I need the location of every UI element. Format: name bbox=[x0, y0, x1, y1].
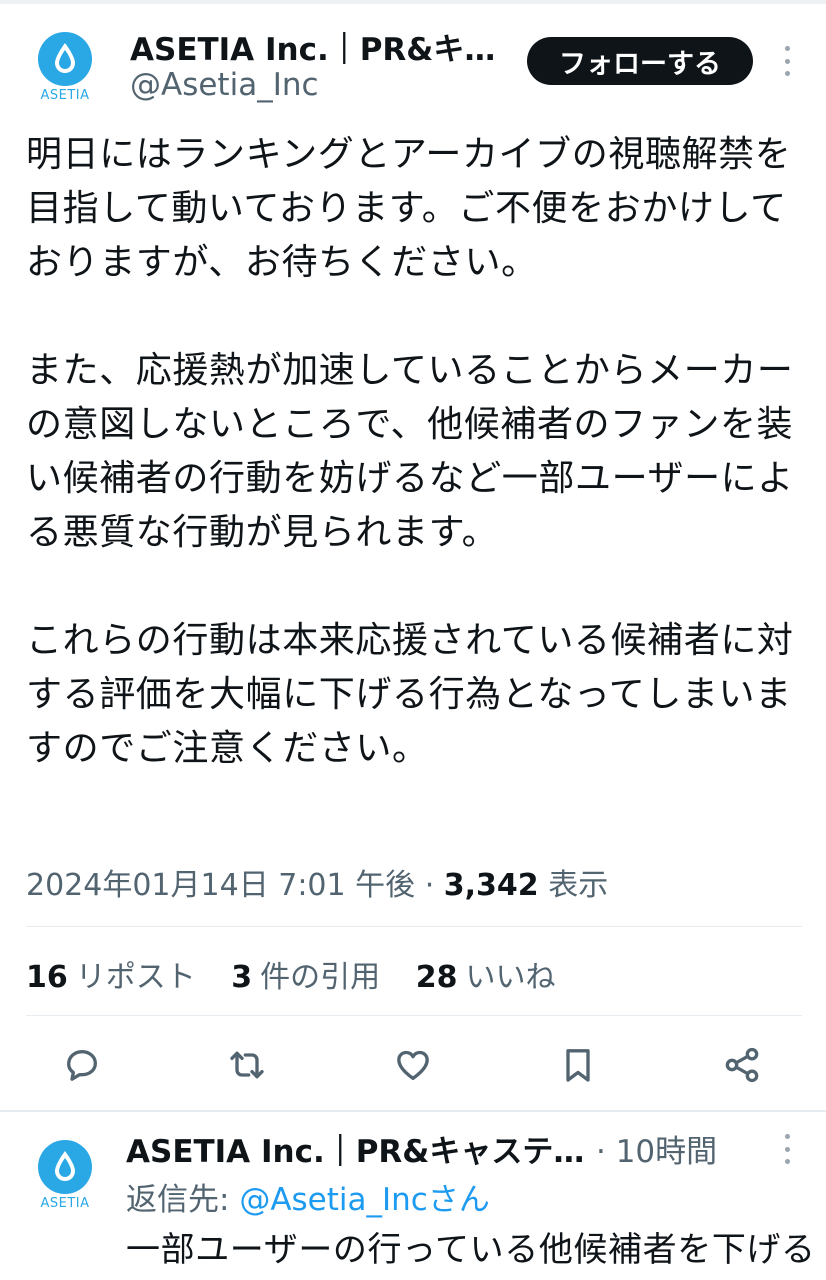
avatar-logo-text: ASETIA bbox=[40, 88, 90, 103]
reply-to-line: 返信先: @Asetia_Incさん bbox=[126, 1174, 490, 1219]
tweet-paragraph: 明日にはランキングとアーカイブの視聴解禁を目指して動いております。ご不便をおかけ… bbox=[26, 134, 792, 283]
reply-to-mention[interactable]: @Asetia_Incさん bbox=[239, 1182, 490, 1218]
divider bbox=[26, 1015, 802, 1016]
divider bbox=[26, 926, 802, 927]
views-label: 表示 bbox=[548, 868, 609, 903]
tweet-meta: 2024年01月14日 7:01 午後 · 3,342 表示 bbox=[26, 860, 608, 904]
quotes-count: 3 bbox=[231, 960, 253, 995]
follow-button[interactable]: フォローする bbox=[527, 37, 753, 85]
share-icon[interactable] bbox=[717, 1040, 767, 1090]
bookmark-icon[interactable] bbox=[553, 1040, 603, 1090]
likes-stat[interactable]: 28 いいね bbox=[416, 960, 556, 995]
top-divider bbox=[0, 0, 826, 4]
likes-count: 28 bbox=[415, 960, 458, 995]
reply-avatar[interactable]: ASETIA bbox=[32, 1140, 98, 1211]
tweet-paragraph: これらの行動は本来応援されている候補者に対する評価を大幅に下げる行為となってしま… bbox=[26, 620, 794, 769]
reply-avatar-logo-text: ASETIA bbox=[40, 1196, 90, 1211]
quotes-label: 件の引用 bbox=[260, 960, 381, 995]
action-bar bbox=[0, 1040, 826, 1090]
tweet-paragraph: また、応援熱が加速していることからメーカーの意図しないところで、他候補者のファン… bbox=[26, 350, 794, 553]
tweet-timestamp[interactable]: 2024年01月14日 7:01 午後 bbox=[26, 868, 415, 903]
views-count: 3,342 bbox=[443, 868, 539, 903]
reposts-label: リポスト bbox=[75, 960, 196, 995]
author-handle[interactable]: @Asetia_Inc bbox=[130, 67, 319, 103]
likes-label: いいね bbox=[465, 960, 556, 995]
like-icon[interactable] bbox=[388, 1040, 438, 1090]
tweet-text: 明日にはランキングとアーカイブの視聴解禁を目指して動いております。ご不便をおかけ… bbox=[26, 128, 796, 776]
meta-separator: · bbox=[424, 868, 444, 903]
tweet-separator bbox=[0, 1110, 826, 1112]
reply-more-options-icon[interactable] bbox=[781, 1134, 793, 1164]
reply-time[interactable]: · 10時間 bbox=[596, 1126, 717, 1171]
reply-text: 一部ユーザーの行っている他候補者を下げる bbox=[126, 1230, 816, 1270]
tweet-stats: 16 リポスト 3 件の引用 28 いいね bbox=[26, 952, 581, 996]
reply-avatar-inner: ASETIA bbox=[32, 1140, 98, 1211]
reposts-count: 16 bbox=[26, 960, 68, 995]
reply-to-label: 返信先: bbox=[126, 1182, 230, 1218]
reply-icon[interactable] bbox=[57, 1040, 107, 1090]
asetia-logo-icon bbox=[38, 1140, 92, 1194]
author-name[interactable]: ASETIA Inc.｜PR&キ… bbox=[130, 24, 495, 69]
reply-author-name[interactable]: ASETIA Inc.｜PR&キャステ… bbox=[126, 1126, 584, 1171]
retweet-icon[interactable] bbox=[222, 1040, 272, 1090]
asetia-logo-icon bbox=[38, 32, 92, 86]
reposts-stat[interactable]: 16 リポスト bbox=[26, 960, 196, 995]
quotes-stat[interactable]: 3 件の引用 bbox=[231, 960, 380, 995]
more-options-icon[interactable] bbox=[781, 46, 793, 76]
avatar[interactable]: ASETIA bbox=[32, 32, 98, 103]
